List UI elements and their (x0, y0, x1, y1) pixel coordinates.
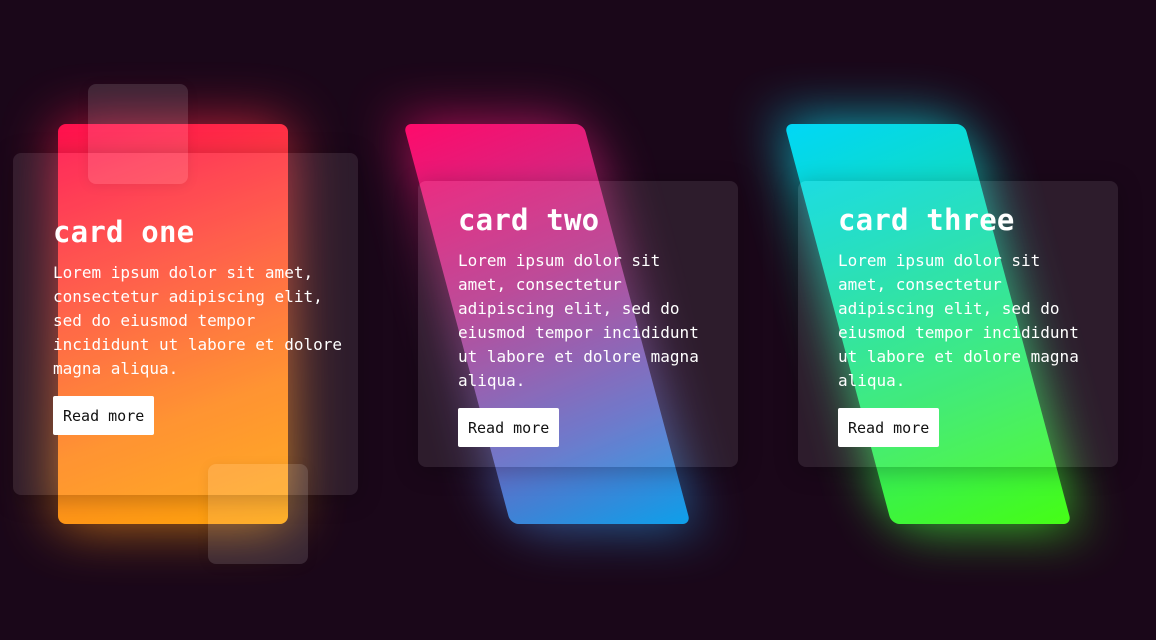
card-showcase: card one Lorem ipsum dolor sit amet, con… (0, 0, 1156, 640)
card-three-content: card three Lorem ipsum dolor sit amet, c… (838, 201, 1098, 447)
card-text: Lorem ipsum dolor sit amet, consectetur … (458, 251, 699, 390)
card-two-content: card two Lorem ipsum dolor sit amet, con… (458, 201, 718, 447)
card-one-content: card one Lorem ipsum dolor sit amet, con… (53, 213, 343, 435)
card-title: card three (838, 203, 1015, 237)
card-title: card one (53, 215, 195, 249)
read-more-button[interactable]: Read more (838, 408, 940, 447)
card-text: Lorem ipsum dolor sit amet, consectetur … (53, 263, 342, 378)
card-title: card two (458, 203, 600, 237)
card-text: Lorem ipsum dolor sit amet, consectetur … (838, 251, 1079, 390)
decorative-square-bottom (208, 464, 308, 564)
read-more-button[interactable]: Read more (53, 396, 155, 435)
read-more-button[interactable]: Read more (458, 408, 560, 447)
